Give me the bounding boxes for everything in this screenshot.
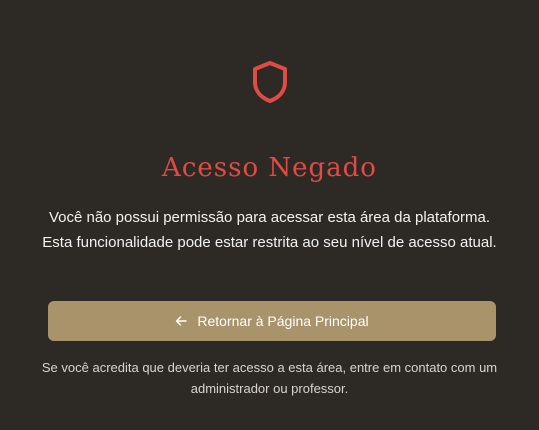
arrow-left-icon	[176, 316, 188, 326]
return-home-label: Retornar à Página Principal	[197, 313, 369, 329]
page-title: Acesso Negado	[162, 153, 377, 183]
access-denied-page: Acesso Negado Você não possui permissão …	[0, 0, 539, 430]
return-home-button[interactable]: Retornar à Página Principal	[48, 301, 496, 341]
contact-admin-note: Se você acredita que deveria ter acesso …	[41, 360, 498, 396]
shield-icon	[253, 61, 287, 103]
access-denied-message: Você não possui permissão para acessar e…	[42, 209, 497, 251]
